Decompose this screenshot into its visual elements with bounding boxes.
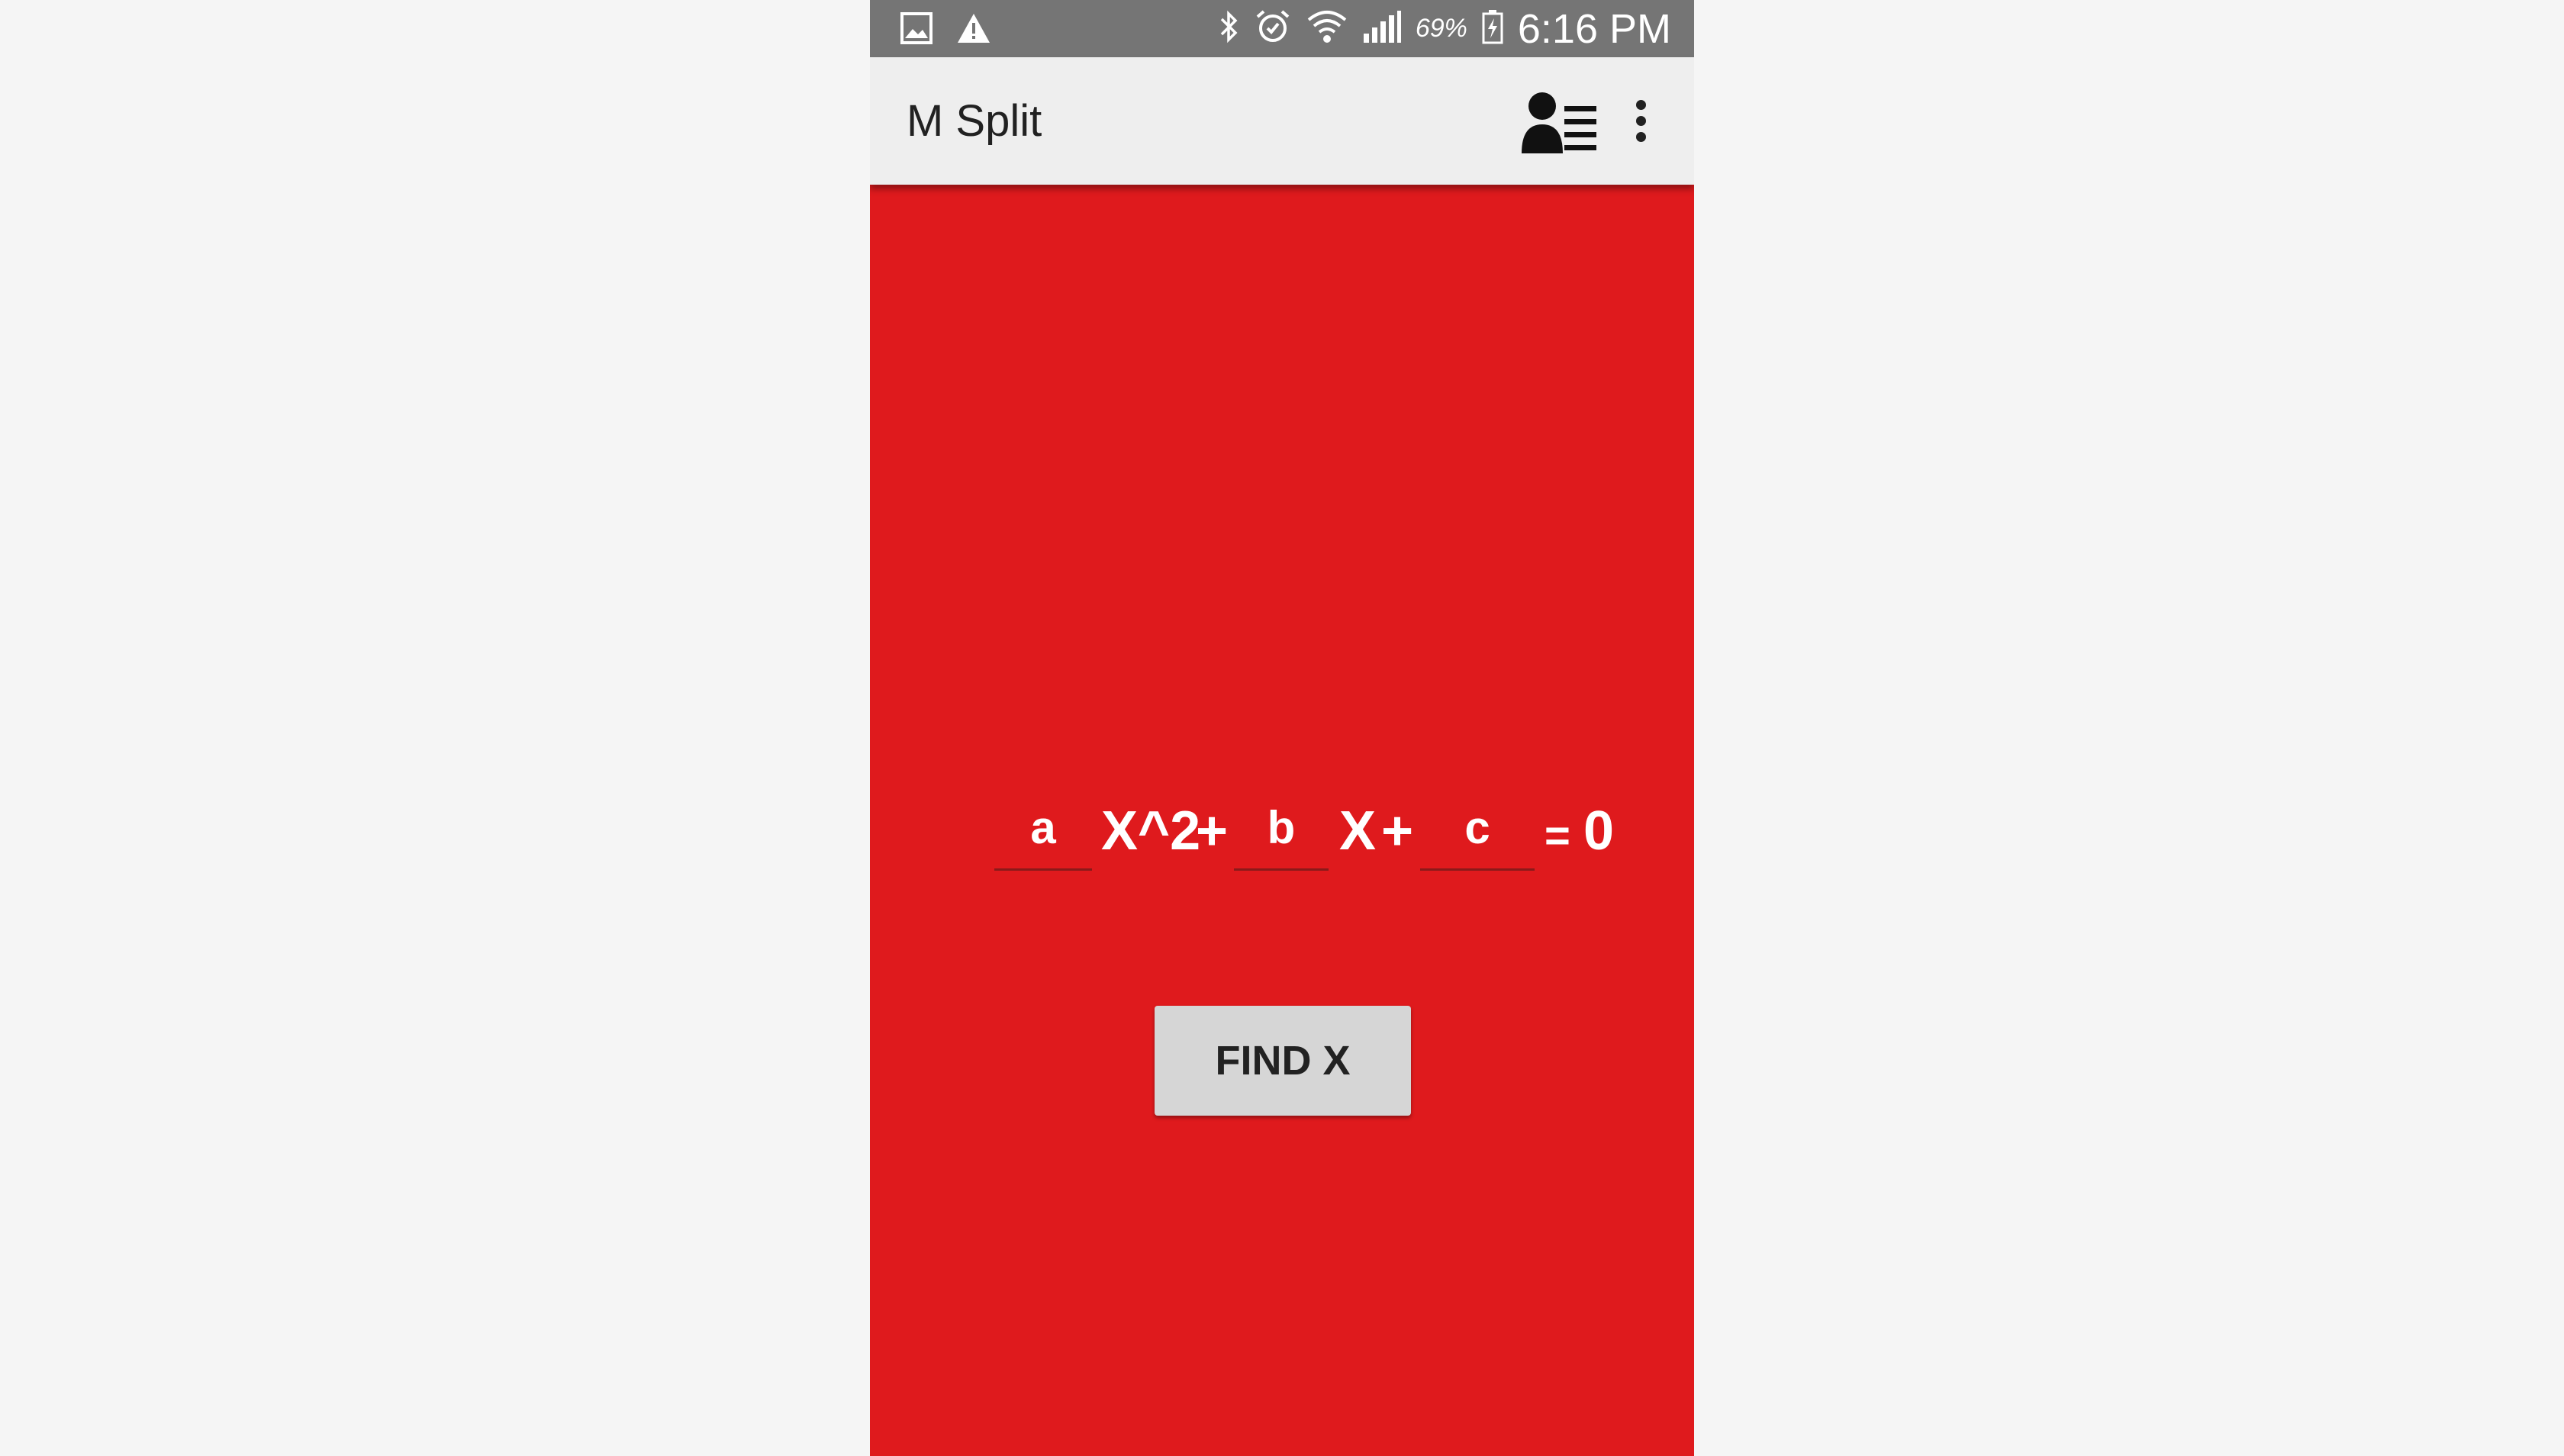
x-squared-label: X^2 bbox=[1101, 800, 1201, 862]
wifi-icon bbox=[1306, 8, 1348, 50]
gallery-icon bbox=[899, 11, 934, 50]
phone-screen: 69% 6:16 PM M Split a X^2 + b X + c = 0 … bbox=[870, 0, 1694, 1456]
equation-rhs: 0 bbox=[1583, 800, 1615, 862]
quadratic-equation-row: X^2 + X + = 0 bbox=[870, 778, 1694, 878]
bluetooth-icon bbox=[1217, 9, 1240, 48]
contacts-list-button[interactable] bbox=[1517, 85, 1601, 157]
app-bar: M Split bbox=[870, 57, 1694, 185]
status-time: 6:16 PM bbox=[1517, 5, 1671, 52]
warning-icon bbox=[955, 11, 992, 50]
overflow-menu-dot bbox=[1635, 132, 1646, 142]
status-bar-left bbox=[899, 11, 992, 50]
status-bar: 69% 6:16 PM bbox=[870, 0, 1694, 57]
overflow-menu-dot bbox=[1635, 116, 1646, 126]
battery-percent: 69% bbox=[1415, 14, 1467, 43]
equals-sign: = bbox=[1545, 811, 1570, 861]
status-bar-right: 69% 6:16 PM bbox=[1217, 0, 1671, 57]
plus-sign-1: + bbox=[1196, 800, 1229, 862]
app-title: M Split bbox=[907, 96, 1042, 146]
overflow-menu-icon bbox=[1635, 100, 1646, 110]
plus-sign-2: + bbox=[1381, 800, 1414, 862]
coefficient-b-input[interactable] bbox=[1234, 786, 1329, 871]
x-label: X bbox=[1339, 800, 1377, 862]
alarm-icon bbox=[1254, 8, 1292, 50]
find-x-button[interactable]: FIND X bbox=[1155, 1006, 1411, 1116]
coefficient-c-input[interactable] bbox=[1420, 786, 1535, 871]
battery-charging-icon bbox=[1481, 8, 1504, 50]
coefficient-a-input[interactable] bbox=[994, 786, 1092, 871]
overflow-menu-button[interactable] bbox=[1618, 85, 1664, 157]
contacts-list-icon bbox=[1517, 92, 1601, 160]
signal-icon bbox=[1362, 9, 1402, 48]
